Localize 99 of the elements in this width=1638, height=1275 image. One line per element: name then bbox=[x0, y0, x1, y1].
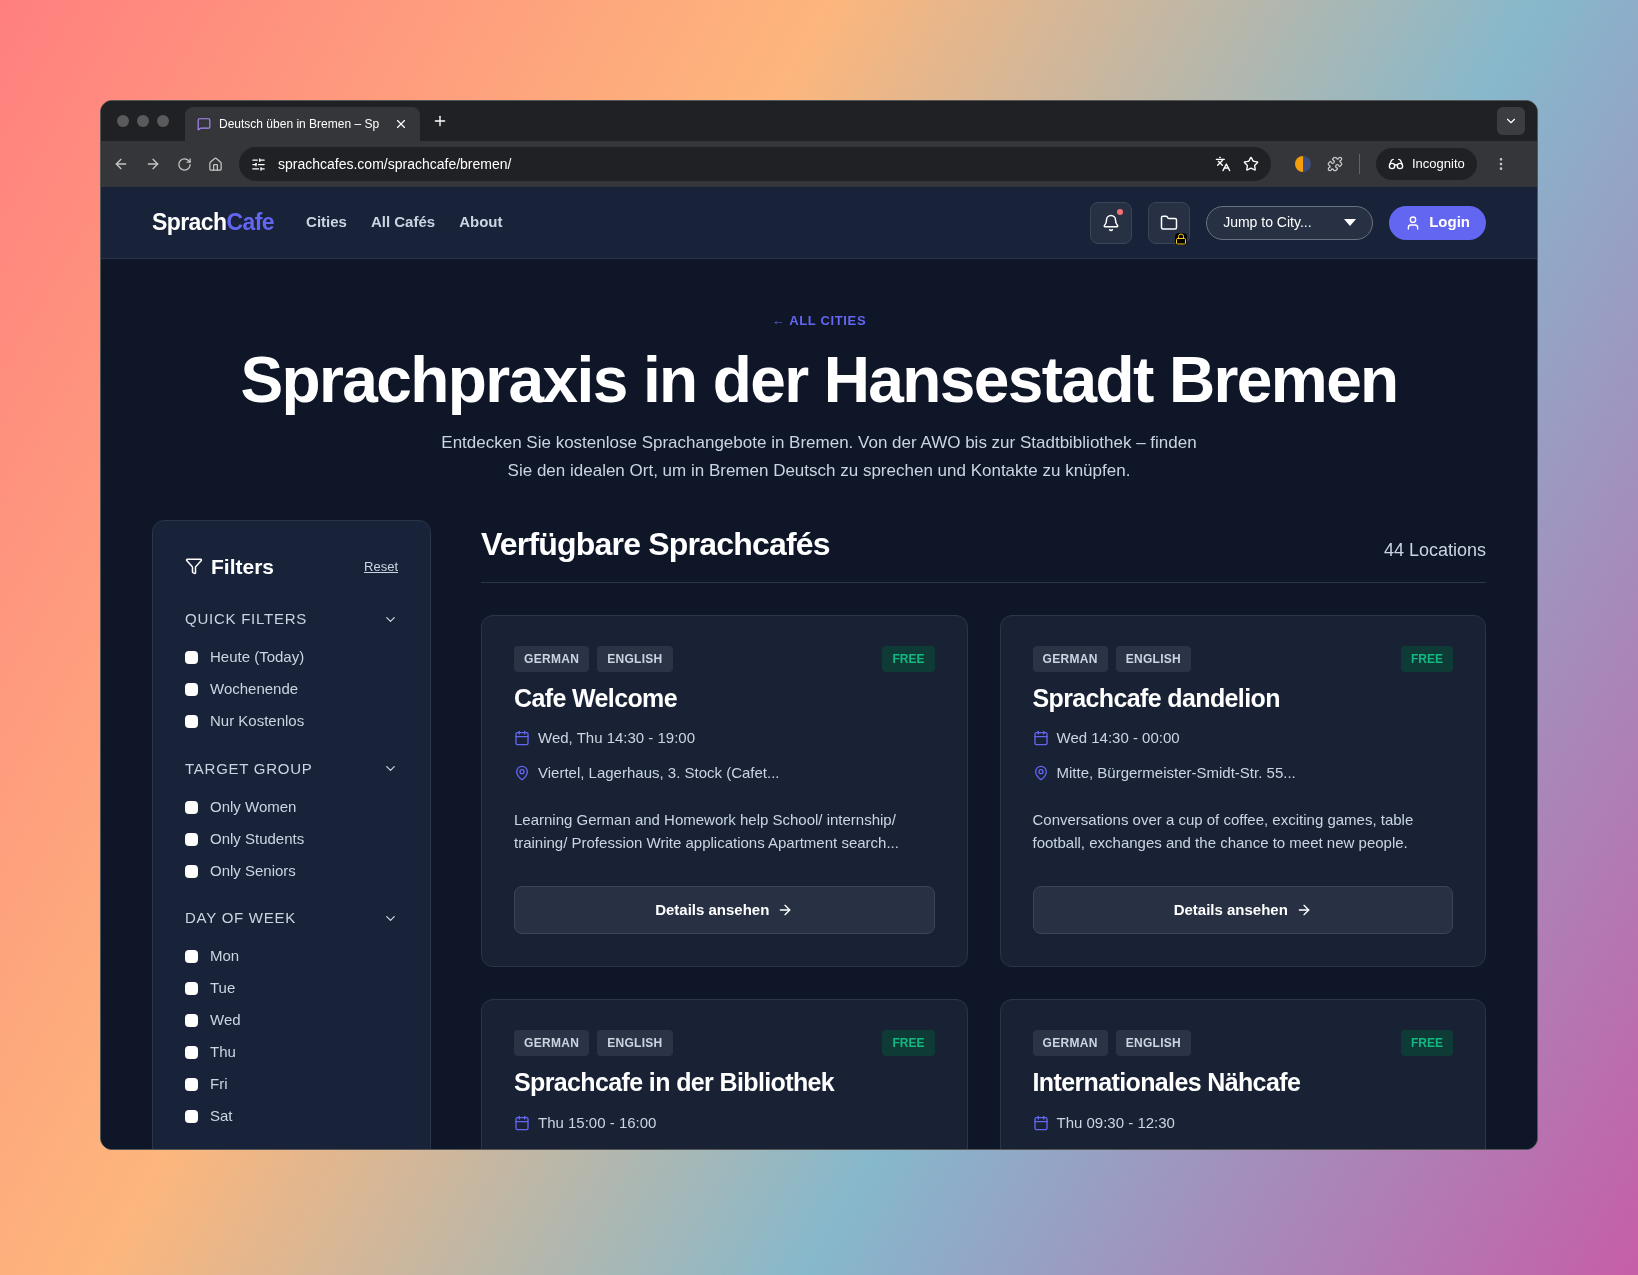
language-tag: ENGLISH bbox=[597, 645, 673, 672]
language-tag: GERMAN bbox=[514, 1030, 590, 1056]
home-icon[interactable] bbox=[208, 156, 223, 172]
tab-title: Deutsch üben in Bremen – Sp bbox=[219, 116, 381, 133]
results-count: 44 Locations bbox=[1383, 538, 1486, 562]
folder-icon bbox=[1160, 213, 1179, 232]
puzzle-icon[interactable] bbox=[1327, 156, 1343, 172]
incognito-icon bbox=[1388, 156, 1404, 172]
filter-option-label: Mon bbox=[210, 946, 240, 967]
filter-section-header[interactable]: DAY OF WEEK bbox=[185, 907, 398, 930]
back-icon[interactable] bbox=[113, 156, 129, 172]
filter-section-header[interactable]: TARGET GROUP bbox=[185, 757, 398, 780]
filter-option-label: Thu bbox=[210, 1042, 236, 1063]
checkbox[interactable] bbox=[185, 1046, 198, 1059]
browser-tab[interactable]: Deutsch üben in Bremen – Sp bbox=[185, 107, 420, 141]
cafe-description: Conversations over a cup of coffee, exciting games, table football, exchanges and the chance to meet new people. bbox=[1032, 810, 1415, 853]
url-text: sprachcafes.com/sprachcafe/bremen/ bbox=[278, 154, 513, 174]
schedule-text: Thu 09:30 - 12:30 bbox=[1056, 1112, 1175, 1133]
filter-option-label: Wochenende bbox=[210, 679, 299, 700]
extension-icon[interactable] bbox=[1295, 156, 1311, 172]
filter-icon bbox=[185, 557, 203, 576]
city-select-placeholder: Jump to City... bbox=[1223, 213, 1312, 232]
calendar-icon bbox=[514, 1114, 530, 1131]
results-heading: Verfügbare Sprachcafés bbox=[481, 524, 830, 564]
city-select[interactable]: Jump to City... bbox=[1206, 205, 1374, 240]
schedule-text: Wed, Thu 14:30 - 19:00 bbox=[538, 728, 696, 748]
language-tag: GERMAN bbox=[1032, 1030, 1108, 1056]
calendar-icon bbox=[1032, 1114, 1049, 1131]
translate-icon[interactable] bbox=[1215, 156, 1231, 172]
filter-option-label: Only Seniors bbox=[210, 860, 296, 881]
checkbox[interactable] bbox=[185, 1078, 198, 1091]
price-badge: FREE bbox=[1401, 1030, 1453, 1056]
filter-option-label: Heute (Today) bbox=[210, 647, 305, 668]
calendar-icon bbox=[1032, 730, 1049, 747]
cafe-description: Learning German and Homework help School/ internship/ training/ Profession Write applications Apartment search... bbox=[514, 810, 900, 853]
checkbox[interactable] bbox=[185, 982, 198, 995]
nav-link[interactable]: All Cafés bbox=[370, 211, 436, 234]
price-badge: FREE bbox=[882, 645, 935, 672]
site-settings-icon[interactable] bbox=[251, 156, 266, 172]
login-button[interactable]: Login bbox=[1389, 205, 1486, 240]
details-button[interactable]: Details ansehen bbox=[514, 886, 935, 934]
page-title: Sprachpraxis in der Hansestadt Bremen bbox=[240, 342, 1398, 417]
bell-icon bbox=[1102, 213, 1121, 232]
star-icon[interactable] bbox=[1243, 156, 1259, 172]
language-tag: ENGLISH bbox=[597, 1030, 673, 1056]
reload-icon[interactable] bbox=[177, 156, 192, 172]
calendar-icon bbox=[514, 730, 530, 747]
site-logo[interactable]: SprachCafe bbox=[152, 205, 275, 240]
checkbox[interactable] bbox=[185, 715, 198, 728]
nav-link[interactable]: About bbox=[459, 211, 503, 234]
tab-list-button[interactable] bbox=[1497, 107, 1525, 135]
filter-option-label: Nur Kostenlos bbox=[210, 711, 305, 732]
map-pin-icon bbox=[1032, 764, 1049, 781]
nav-link[interactable]: Cities bbox=[306, 211, 347, 234]
dropdown-caret-icon bbox=[1344, 219, 1357, 226]
all-cities-link[interactable]: ← ALL CITIES bbox=[771, 311, 867, 331]
checkbox[interactable] bbox=[185, 950, 198, 963]
address-bar[interactable]: sprachcafes.com/sprachcafe/bremen/ bbox=[239, 147, 1271, 181]
language-tag: GERMAN bbox=[514, 645, 590, 672]
cafe-title: Sprachcafe in der Bibliothek bbox=[514, 1067, 836, 1098]
language-tag: ENGLISH bbox=[1115, 1030, 1192, 1056]
filter-option-label: Tue bbox=[210, 978, 236, 999]
incognito-button[interactable]: Incognito bbox=[1376, 148, 1477, 180]
location-text: Viertel, Lagerhaus, 3. Stock (Cafet... bbox=[538, 762, 780, 783]
reset-link[interactable]: Reset bbox=[364, 556, 398, 576]
filter-option-label: Wed bbox=[210, 1010, 241, 1031]
checkbox[interactable] bbox=[185, 800, 198, 814]
forward-icon[interactable] bbox=[145, 156, 161, 172]
language-tag: ENGLISH bbox=[1115, 645, 1192, 672]
new-tab-icon[interactable] bbox=[432, 113, 448, 129]
checkbox[interactable] bbox=[185, 864, 198, 878]
filters-title: Filters bbox=[211, 553, 275, 580]
cafe-title: Sprachcafe dandelion bbox=[1032, 682, 1281, 714]
chat-bubble-icon bbox=[197, 117, 211, 131]
checkbox[interactable] bbox=[185, 1110, 198, 1123]
location-text: Mitte, Bürgermeister-Smidt-Str. 55... bbox=[1056, 762, 1296, 783]
filter-option-label: Sat bbox=[210, 1106, 233, 1127]
checkbox[interactable] bbox=[185, 683, 198, 696]
cafe-title: Internationales Nähcafe bbox=[1032, 1067, 1302, 1098]
filter-option-label: Only Women bbox=[210, 796, 297, 817]
language-tag: GERMAN bbox=[1032, 645, 1108, 672]
notifications-button[interactable] bbox=[1090, 201, 1133, 244]
hero-description: Entdecken Sie kostenlose Sprachangebote in Bremen. Von der AWO bis zur Stadtbibliothek – finden Sie den idealen Ort, um in Bremen Deutsch zu sprechen und Kontakte zu knüpfen. bbox=[440, 431, 1198, 482]
schedule-text: Thu 15:00 - 16:00 bbox=[538, 1112, 657, 1133]
checkbox[interactable] bbox=[185, 1014, 198, 1027]
price-badge: FREE bbox=[882, 1030, 935, 1056]
checkbox[interactable] bbox=[185, 651, 198, 664]
cafe-title: Cafe Welcome bbox=[514, 682, 678, 714]
close-icon[interactable] bbox=[394, 117, 408, 131]
details-button[interactable]: Details ansehen bbox=[1032, 886, 1453, 934]
filter-section-header[interactable]: QUICK FILTERS bbox=[185, 608, 398, 631]
folder-button[interactable] bbox=[1148, 201, 1191, 244]
lock-icon bbox=[1175, 232, 1188, 245]
price-badge: FREE bbox=[1401, 645, 1453, 672]
schedule-text: Wed 14:30 - 00:00 bbox=[1056, 728, 1180, 748]
map-pin-icon bbox=[514, 764, 530, 781]
filter-option-label: Only Students bbox=[210, 828, 305, 849]
checkbox[interactable] bbox=[185, 832, 198, 846]
filter-option-label: Fri bbox=[210, 1074, 228, 1095]
